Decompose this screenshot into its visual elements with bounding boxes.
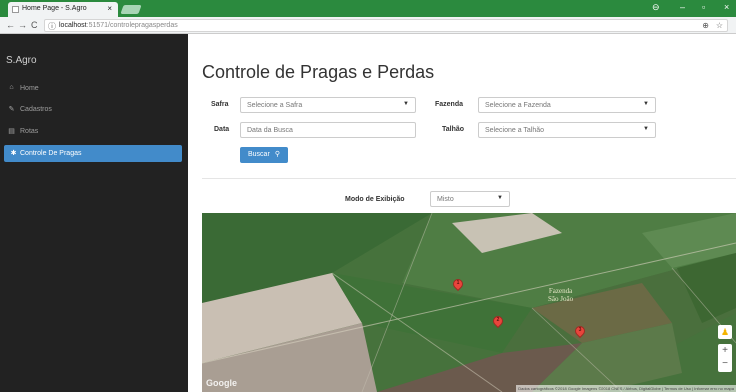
- marker-pin-3[interactable]: 3: [572, 323, 588, 340]
- bookmark-star-icon[interactable]: ☆: [716, 21, 723, 30]
- site-info-icon[interactable]: ⓘ: [48, 21, 56, 32]
- map-imagery: [202, 213, 736, 392]
- talhao-label: Talhão: [442, 126, 465, 133]
- display-mode-label: Modo de Exibição: [345, 196, 405, 203]
- fazenda-select[interactable]: Selecione a Fazenda ▼: [478, 97, 656, 113]
- marker-number: 3: [578, 327, 582, 333]
- page-title: Controle de Pragas e Perdas: [202, 62, 435, 82]
- talhao-select-value: Selecione a Talhão: [485, 127, 545, 134]
- marker-number: 1: [456, 280, 460, 286]
- browser-tab[interactable]: Home Page - S.Agro ×: [8, 2, 118, 17]
- chevron-down-icon: ▼: [497, 195, 503, 201]
- tab-close-icon[interactable]: ×: [107, 4, 112, 13]
- marker-number: 2: [496, 317, 500, 323]
- home-icon: ⌂: [9, 84, 14, 91]
- google-logo: Google: [206, 378, 237, 388]
- sidebar-item-rotas[interactable]: ▤ Rotas: [0, 123, 186, 140]
- date-input[interactable]: Data da Busca: [240, 122, 416, 138]
- sidebar-item-label: Rotas: [20, 128, 39, 135]
- maximize-button[interactable]: ▫: [702, 2, 705, 12]
- bug-icon: ✱: [10, 150, 17, 157]
- tab-title: Home Page - S.Agro: [22, 5, 87, 12]
- url-path: :51571/controlepragasperdas: [86, 22, 178, 29]
- window-close-button[interactable]: ×: [724, 2, 729, 12]
- sidebar: S.Agro ⌂ Home ✎ Cadastros ▤ Rotas ✱ Cont…: [0, 34, 188, 392]
- address-toolbar: ← → C ⓘ localhost:51571/controlepragaspe…: [0, 17, 736, 34]
- account-icon[interactable]: ⊖: [652, 2, 660, 13]
- fazenda-select-value: Selecione a Fazenda: [485, 102, 551, 109]
- zoom-out-button[interactable]: −: [718, 357, 732, 370]
- satellite-map[interactable]: Fazenda São João 1 2 3 ♟ + − Google Dado…: [202, 213, 736, 392]
- safra-select[interactable]: Selecione a Safra ▼: [240, 97, 416, 113]
- display-mode-select[interactable]: Misto ▼: [430, 191, 510, 207]
- forward-button[interactable]: →: [18, 20, 27, 30]
- search-button-label: Buscar: [248, 151, 270, 158]
- chevron-down-icon: ▼: [643, 126, 649, 132]
- sidebar-item-cadastros[interactable]: ✎ Cadastros: [0, 101, 186, 118]
- browser-tab-bar: Home Page - S.Agro × ⊖ – ▫ ×: [0, 0, 736, 17]
- date-input-placeholder: Data da Busca: [247, 127, 293, 134]
- map-attribution[interactable]: Dados cartográficos ©2018 Google Imagens…: [516, 385, 736, 392]
- brand-logo[interactable]: S.Agro: [6, 55, 37, 66]
- address-bar[interactable]: ⓘ localhost:51571/controlepragasperdas ⊕…: [44, 19, 728, 32]
- search-icon: ⚲: [274, 151, 280, 158]
- marker-pin-1[interactable]: 1: [450, 276, 466, 293]
- sidebar-item-controle-de-pragas[interactable]: ✱ Controle De Pragas: [4, 145, 182, 162]
- map-icon: ▤: [8, 128, 15, 135]
- new-tab-button[interactable]: [120, 5, 142, 14]
- reload-button[interactable]: C: [31, 20, 38, 30]
- map-zoom-control[interactable]: + −: [718, 344, 732, 372]
- zoom-in-button[interactable]: +: [718, 344, 732, 357]
- talhao-select[interactable]: Selecione a Talhão ▼: [478, 122, 656, 138]
- sidebar-item-label: Home: [20, 85, 39, 92]
- pencil-icon: ✎: [8, 106, 15, 113]
- marker-pin-2[interactable]: 2: [490, 313, 506, 330]
- street-view-pegman-icon[interactable]: ♟: [718, 325, 732, 339]
- chevron-down-icon: ▼: [403, 101, 409, 107]
- sidebar-item-label: Cadastros: [20, 106, 52, 113]
- fazenda-label: Fazenda: [435, 101, 464, 108]
- url-host: localhost: [59, 22, 87, 29]
- farm-label: Fazenda São João: [548, 287, 574, 303]
- divider: [202, 178, 736, 179]
- sidebar-item-home[interactable]: ⌂ Home: [0, 80, 186, 97]
- zoom-icon[interactable]: ⊕: [702, 21, 709, 30]
- chevron-down-icon: ▼: [643, 101, 649, 107]
- display-mode-value: Misto: [437, 196, 454, 203]
- safra-label: Safra: [211, 101, 229, 108]
- main-content: Controle de Pragas e Perdas Safra Seleci…: [188, 34, 736, 392]
- data-label: Data: [214, 126, 230, 133]
- safra-select-value: Selecione a Safra: [247, 102, 303, 109]
- back-button[interactable]: ←: [6, 20, 15, 30]
- minimize-button[interactable]: –: [680, 2, 685, 12]
- sidebar-item-label: Controle De Pragas: [20, 150, 82, 157]
- favicon-icon: [12, 6, 19, 13]
- search-button[interactable]: Buscar ⚲: [240, 147, 288, 163]
